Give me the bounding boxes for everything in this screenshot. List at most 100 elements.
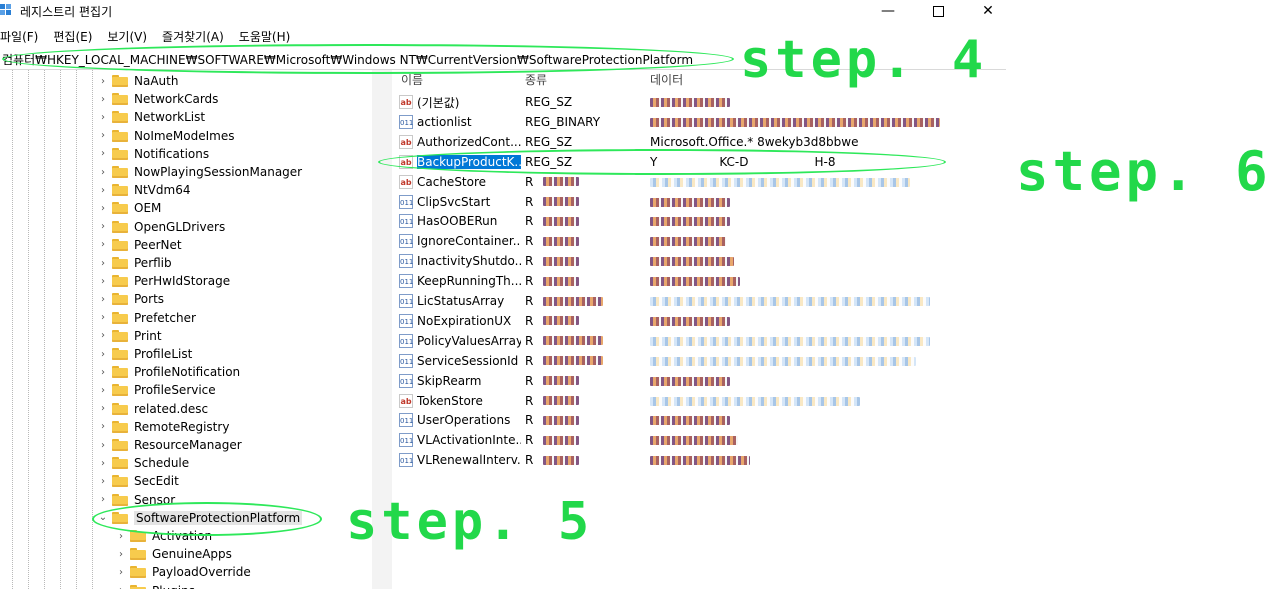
chevron-right-icon[interactable]: › <box>98 349 108 360</box>
tree-item[interactable]: › Ports <box>98 290 164 308</box>
chevron-right-icon[interactable]: › <box>98 130 108 141</box>
tree-item[interactable]: › NtVdm64 <box>98 181 190 199</box>
tree-item-label: NaAuth <box>134 74 179 88</box>
tree-item[interactable]: › GenuineApps <box>116 545 232 563</box>
chevron-right-icon[interactable]: › <box>98 476 108 487</box>
tree-item[interactable]: › RemoteRegistry <box>98 418 229 436</box>
value-row[interactable]: 011 LicStatusArray R <box>399 291 999 311</box>
minimize-icon: — <box>881 3 895 19</box>
chevron-right-icon[interactable]: › <box>98 148 108 159</box>
chevron-right-icon[interactable]: › <box>98 294 108 305</box>
chevron-right-icon[interactable]: › <box>98 458 108 469</box>
tree-item-label: OpenGLDrivers <box>134 219 226 234</box>
chevron-right-icon[interactable]: › <box>98 167 108 178</box>
menu-favorites[interactable]: 즐겨찾기(A) <box>162 28 224 46</box>
chevron-right-icon[interactable]: › <box>98 494 108 505</box>
chevron-right-icon[interactable]: › <box>98 385 108 396</box>
value-row[interactable]: 011 UserOperations R <box>399 410 999 430</box>
tree-item[interactable]: › SecEdit <box>98 472 179 490</box>
tree-item[interactable]: › NoImeModeImes <box>98 127 235 145</box>
tree-item[interactable]: › related.desc <box>98 400 208 418</box>
tree-item-label: NetworkList <box>134 110 206 125</box>
minimize-button[interactable]: — <box>878 2 898 20</box>
chevron-right-icon[interactable]: › <box>116 567 126 578</box>
menu-file[interactable]: 파일(F) <box>0 28 38 46</box>
value-row[interactable]: ab (기본값) REG_SZ <box>399 92 999 112</box>
tree-item[interactable]: › ProfileNotification <box>98 363 240 381</box>
tree-item[interactable]: › Print <box>98 327 162 345</box>
chevron-right-icon[interactable]: › <box>116 531 126 542</box>
tree-item[interactable]: › PeerNet <box>98 236 182 254</box>
tree-item[interactable]: › OEM <box>98 199 161 217</box>
binary-value-icon: 011 <box>399 453 413 468</box>
value-row[interactable]: 011 InactivityShutdo... R <box>399 251 999 271</box>
tree-item[interactable]: › ProfileService <box>98 381 216 399</box>
tree-item-label: PayloadOverride <box>152 565 251 580</box>
tree-item[interactable]: › PerHwIdStorage <box>98 272 230 290</box>
folder-icon <box>112 257 128 269</box>
tree-item-label: Plugins <box>152 584 195 589</box>
tree-item[interactable]: › NetworkCards <box>98 90 218 108</box>
tree-item[interactable]: › NetworkList <box>98 108 205 126</box>
tree-item[interactable]: › ResourceManager <box>98 436 242 454</box>
chevron-right-icon[interactable]: › <box>98 239 108 250</box>
chevron-right-icon[interactable]: › <box>98 367 108 378</box>
chevron-right-icon[interactable]: › <box>98 258 108 269</box>
menu-edit[interactable]: 편집(E) <box>53 28 92 46</box>
chevron-right-icon[interactable]: › <box>98 440 108 451</box>
value-row[interactable]: 011 IgnoreContainer... R <box>399 231 999 251</box>
tree-item[interactable]: › Plugins <box>116 582 195 589</box>
tree-item[interactable]: › NaAuth <box>98 72 178 90</box>
value-row[interactable]: 011 actionlist REG_BINARY <box>399 112 999 132</box>
tree-item[interactable]: › Notifications <box>98 145 209 163</box>
tree-item[interactable]: › NowPlayingSessionManager <box>98 163 302 181</box>
tree-item[interactable]: › PayloadOverride <box>116 563 251 581</box>
tree-item[interactable]: › Perflib <box>98 254 172 272</box>
value-row[interactable]: 011 KeepRunningTh... R <box>399 271 999 291</box>
tree-item[interactable]: › Prefetcher <box>98 309 196 327</box>
value-row[interactable]: 011 PolicyValuesArray R <box>399 331 999 351</box>
column-header-type[interactable]: 종류 <box>525 71 547 88</box>
value-row[interactable]: 011 SkipRearm R <box>399 371 999 391</box>
value-row[interactable]: 011 VLActivationInte... R <box>399 430 999 450</box>
chevron-right-icon[interactable]: › <box>98 203 108 214</box>
string-value-icon: ab <box>399 134 413 149</box>
chevron-right-icon[interactable]: › <box>98 403 108 414</box>
tree-item[interactable]: › ProfileList <box>98 345 192 363</box>
chevron-right-icon[interactable]: › <box>98 112 108 123</box>
redacted-type <box>543 276 579 286</box>
chevron-right-icon[interactable]: › <box>98 276 108 287</box>
value-row[interactable]: 011 ClipSvcStart R <box>399 192 999 212</box>
chevron-right-icon[interactable]: › <box>116 549 126 560</box>
tree-item-label: Ports <box>134 292 165 307</box>
value-row[interactable]: ab TokenStore R <box>399 391 999 411</box>
maximize-button[interactable] <box>928 2 948 20</box>
tree-item-label: OEM <box>134 201 162 216</box>
chevron-right-icon[interactable]: › <box>98 94 108 105</box>
chevron-right-icon[interactable]: › <box>98 221 108 232</box>
tree-item[interactable]: › Schedule <box>98 454 189 472</box>
value-row[interactable]: 011 ServiceSessionId R <box>399 351 999 371</box>
value-type: R <box>525 174 534 189</box>
chevron-right-icon[interactable]: › <box>98 330 108 341</box>
value-row[interactable]: 011 HasOOBERun R <box>399 211 999 231</box>
chevron-right-icon[interactable]: › <box>98 185 108 196</box>
chevron-right-icon[interactable]: › <box>98 421 108 432</box>
tree-item-label: NetworkCards <box>134 92 219 107</box>
menu-help[interactable]: 도움말(H) <box>239 28 291 46</box>
tree-item[interactable]: › OpenGLDrivers <box>98 218 225 236</box>
regedit-app-icon <box>0 4 11 15</box>
chevron-right-icon[interactable]: › <box>98 76 108 87</box>
binary-value-icon: 011 <box>399 114 413 129</box>
value-data <box>650 294 930 308</box>
binary-value-icon: 011 <box>399 313 413 328</box>
binary-value-icon: 011 <box>399 294 413 308</box>
column-header-data[interactable]: 데이터 <box>650 71 683 88</box>
chevron-right-icon[interactable]: › <box>116 585 126 589</box>
value-data <box>650 234 726 248</box>
menu-view[interactable]: 보기(V) <box>107 28 147 46</box>
close-button[interactable]: ✕ <box>978 2 998 20</box>
value-row[interactable]: 011 NoExpirationUX R <box>399 311 999 331</box>
chevron-right-icon[interactable]: › <box>98 312 108 323</box>
value-row[interactable]: 011 VLRenewalInterv... R <box>399 450 999 470</box>
